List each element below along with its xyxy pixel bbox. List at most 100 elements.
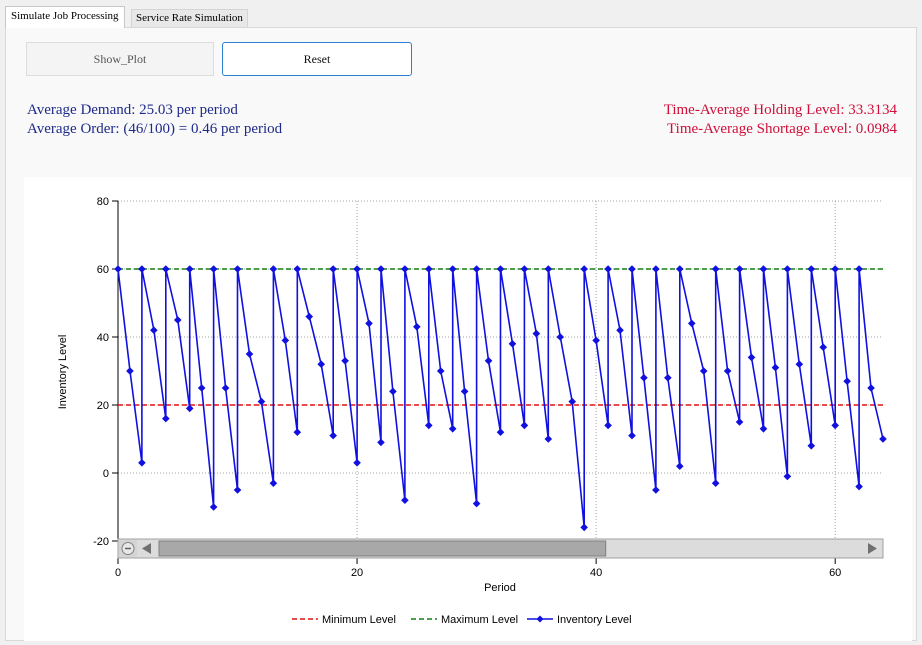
y-tick-label: 40 xyxy=(97,332,109,344)
inventory-point xyxy=(556,333,565,341)
inventory-point xyxy=(592,336,600,345)
chart-scrollbar[interactable] xyxy=(117,538,884,559)
inventory-point xyxy=(723,367,732,375)
inventory-point xyxy=(293,428,302,436)
inventory-point xyxy=(855,482,863,491)
inventory-point xyxy=(831,421,839,430)
average-demand-text: Average Demand: 25.03 per period xyxy=(27,102,238,118)
inventory-point xyxy=(245,350,254,358)
inventory-point xyxy=(233,486,242,494)
average-order-text: Average Order: (46/100) = 0.46 per perio… xyxy=(27,121,283,137)
inventory-point xyxy=(699,367,708,375)
y-tick-label: 80 xyxy=(97,196,109,208)
inventory-point xyxy=(401,265,409,273)
legend-marker xyxy=(536,615,544,623)
x-tick-label: 20 xyxy=(351,567,363,579)
inventory-point xyxy=(341,357,349,365)
inventory-point xyxy=(520,421,529,430)
inventory-point xyxy=(735,418,744,426)
inventory-point xyxy=(401,496,409,504)
inventory-point xyxy=(687,319,696,328)
axis-layer: -20 0 20 40 60 80 0 20 40 60 xyxy=(93,196,841,579)
inventory-point xyxy=(544,265,553,273)
inventory-chart-svg: -20 0 20 40 60 80 0 20 40 60 Inventory Level Peri… xyxy=(57,196,887,626)
tab-simulate-job-processing[interactable]: Simulate Job Processing xyxy=(5,6,125,28)
inventory-point xyxy=(580,523,588,532)
inventory-point xyxy=(317,360,326,368)
x-tick-label: 60 xyxy=(829,567,841,579)
inventory-point xyxy=(735,265,744,273)
inventory-point xyxy=(424,421,433,430)
inventory-point xyxy=(747,353,756,362)
inventory-point xyxy=(496,428,505,436)
inventory-point xyxy=(795,360,804,368)
inventory-point xyxy=(269,479,278,487)
inventory-point xyxy=(126,367,134,375)
inventory-point xyxy=(652,486,660,494)
inventory-point xyxy=(377,438,385,447)
inventory-point xyxy=(448,265,457,273)
inventory-point xyxy=(448,425,457,433)
tab-service-rate-simulation[interactable]: Service Rate Simulation xyxy=(131,9,248,27)
legend-maximum-level: Maximum Level xyxy=(411,614,518,626)
inventory-point xyxy=(759,425,768,433)
inventory-point xyxy=(472,265,481,273)
inventory-point xyxy=(711,479,720,487)
inventory-point xyxy=(353,265,361,273)
inventory-point xyxy=(281,336,290,345)
legend-label: Inventory Level xyxy=(557,614,632,626)
show-plot-button[interactable]: Show_Plot xyxy=(26,42,214,76)
inventory-point xyxy=(652,265,660,273)
inventory-point xyxy=(389,387,397,396)
inventory-point xyxy=(879,435,887,443)
legend-minimum-level: Minimum Level xyxy=(292,614,396,626)
inventory-point xyxy=(173,316,182,324)
inventory-point xyxy=(138,459,146,467)
inventory-point xyxy=(843,377,851,385)
legend-label: Minimum Level xyxy=(322,614,396,626)
inventory-point xyxy=(532,329,541,338)
y-tick-label: -20 xyxy=(93,536,109,548)
inventory-point xyxy=(269,265,278,273)
x-axis-label: Period xyxy=(484,582,516,594)
inventory-point xyxy=(413,323,421,331)
reset-button[interactable]: Reset xyxy=(222,42,412,76)
inventory-point xyxy=(759,265,768,273)
legend-inventory-level: Inventory Level xyxy=(527,614,632,626)
x-tick-label: 0 xyxy=(115,567,121,579)
inventory-point xyxy=(807,442,816,450)
inventory-point xyxy=(209,503,218,511)
inventory-point xyxy=(664,374,672,382)
chart-legend: Minimum Level Maximum Level Inventory Leve… xyxy=(292,614,632,626)
inventory-point xyxy=(221,384,230,392)
inventory-point xyxy=(675,265,684,273)
inventory-point xyxy=(831,265,839,273)
inventory-point xyxy=(305,312,314,321)
inventory-point xyxy=(819,343,828,351)
inventory-point xyxy=(484,357,493,365)
inventory-point xyxy=(604,265,612,273)
x-tick-label: 40 xyxy=(590,567,602,579)
inventory-level-line xyxy=(117,268,884,528)
inventory-point xyxy=(436,367,445,375)
inventory-point xyxy=(138,265,146,273)
y-tick-label: 0 xyxy=(103,468,109,480)
inventory-point xyxy=(460,387,469,396)
inventory-point xyxy=(544,435,553,443)
inventory-point xyxy=(711,265,720,273)
inventory-point xyxy=(783,265,792,273)
inventory-point xyxy=(185,265,194,273)
tab-bar: Simulate Job Processing Service Rate Sim… xyxy=(0,0,922,28)
inventory-point xyxy=(520,265,529,273)
inventory-point xyxy=(114,265,122,273)
inventory-point xyxy=(197,384,206,392)
inventory-point xyxy=(377,265,385,273)
inventory-point xyxy=(855,265,863,273)
inventory-point xyxy=(640,374,648,382)
inventory-point xyxy=(807,265,816,273)
inventory-point xyxy=(329,431,337,440)
y-axis-label: Inventory Level xyxy=(57,335,69,410)
inventory-point xyxy=(329,265,337,273)
inventory-point xyxy=(496,265,505,273)
inventory-point xyxy=(162,414,170,423)
